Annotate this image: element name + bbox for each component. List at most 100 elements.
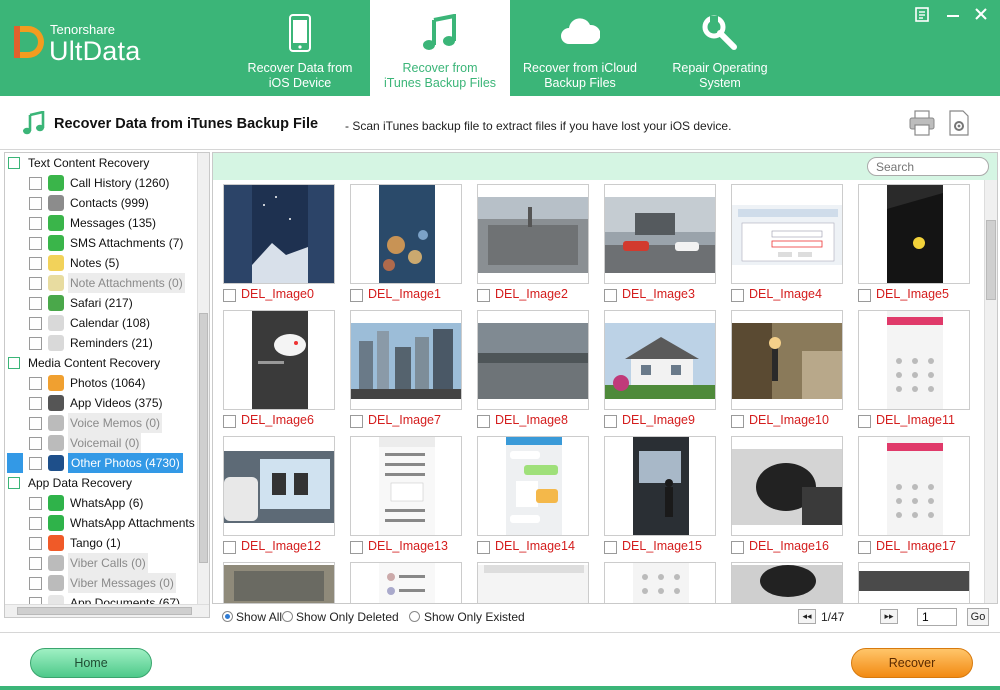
image-checkbox[interactable]	[350, 415, 363, 428]
image-checkbox[interactable]	[858, 541, 871, 554]
image-cell[interactable]: DEL_Image13	[350, 436, 462, 562]
image-cell[interactable]: DEL_Image7	[350, 310, 462, 436]
tree-category-text[interactable]: Text Content Recovery	[5, 153, 201, 173]
image-checkbox[interactable]	[604, 415, 617, 428]
image-checkbox[interactable]	[223, 289, 236, 302]
tree-item-messages[interactable]: Messages (135)	[5, 213, 201, 233]
tree-item-note-attachments[interactable]: Note Attachments (0)	[5, 273, 201, 293]
tree-category-app-data[interactable]: App Data Recovery	[5, 473, 201, 493]
grid-vertical-scrollbar[interactable]	[984, 180, 997, 603]
tree-item-sms-attachments[interactable]: SMS Attachments (7)	[5, 233, 201, 253]
image-cell[interactable]: DEL_Image4	[731, 184, 843, 310]
image-cell[interactable]: DEL_Image11	[858, 310, 970, 436]
image-cell[interactable]	[858, 562, 970, 603]
image-cell[interactable]	[604, 562, 716, 603]
image-thumbnail[interactable]	[604, 310, 716, 410]
image-thumbnail[interactable]	[858, 184, 970, 284]
tree-item-viber-messages[interactable]: Viber Messages (0)	[5, 573, 201, 593]
image-checkbox[interactable]	[477, 415, 490, 428]
tree-item-call-history[interactable]: Call History (1260)	[5, 173, 201, 193]
image-cell[interactable]: DEL_Image1	[350, 184, 462, 310]
image-checkbox[interactable]	[604, 289, 617, 302]
tree-vertical-scrollbar[interactable]	[197, 153, 209, 605]
tab-recover-ios-device[interactable]: Recover Data from iOS Device	[230, 0, 370, 96]
tree-item-viber-calls[interactable]: Viber Calls (0)	[5, 553, 201, 573]
tree-item-other-photos[interactable]: Other Photos (4730)	[5, 453, 201, 473]
image-cell[interactable]	[350, 562, 462, 603]
image-cell[interactable]: DEL_Image15	[604, 436, 716, 562]
image-cell[interactable]: DEL_Image3	[604, 184, 716, 310]
image-thumbnail[interactable]	[477, 310, 589, 410]
tree-item-calendar[interactable]: Calendar (108)	[5, 313, 201, 333]
image-checkbox[interactable]	[350, 541, 363, 554]
tree-item-whatsapp-attachments[interactable]: WhatsApp Attachments (	[5, 513, 202, 533]
tab-recover-icloud[interactable]: Recover from iCloud Backup Files	[510, 0, 650, 96]
tree-item-contacts[interactable]: Contacts (999)	[5, 193, 201, 213]
image-thumbnail[interactable]	[604, 436, 716, 536]
image-thumbnail[interactable]	[350, 436, 462, 536]
image-thumbnail[interactable]	[858, 310, 970, 410]
tree-item-tango[interactable]: Tango (1)	[5, 533, 201, 553]
tree-item-voice-memos[interactable]: Voice Memos (0)	[5, 413, 201, 433]
category-toggle-icon[interactable]	[8, 157, 20, 169]
show-all-label[interactable]: Show All	[236, 610, 282, 624]
settings-document-icon[interactable]	[948, 110, 970, 136]
tree-item-whatsapp[interactable]: WhatsApp (6)	[5, 493, 201, 513]
image-cell[interactable]: DEL_Image8	[477, 310, 589, 436]
prev-page-button[interactable]: ◂◂	[798, 609, 816, 624]
tree-item-app-videos[interactable]: App Videos (375)	[5, 393, 201, 413]
tree-category-media[interactable]: Media Content Recovery	[5, 353, 201, 373]
minimize-icon[interactable]	[942, 6, 964, 24]
image-checkbox[interactable]	[223, 415, 236, 428]
image-thumbnail[interactable]	[223, 562, 335, 603]
show-existed-radio[interactable]	[409, 611, 420, 622]
close-icon[interactable]	[970, 6, 992, 24]
go-button[interactable]: Go	[967, 608, 989, 626]
tab-repair-system[interactable]: Repair Operating System	[650, 0, 790, 96]
image-cell[interactable]: DEL_Image2	[477, 184, 589, 310]
image-checkbox[interactable]	[477, 289, 490, 302]
next-page-button[interactable]: ▸▸	[880, 609, 898, 624]
image-thumbnail[interactable]	[223, 184, 335, 284]
category-toggle-icon[interactable]	[8, 357, 20, 369]
image-checkbox[interactable]	[858, 415, 871, 428]
image-cell[interactable]: DEL_Image6	[223, 310, 335, 436]
image-cell[interactable]: DEL_Image10	[731, 310, 843, 436]
image-thumbnail[interactable]	[477, 184, 589, 284]
image-cell[interactable]: DEL_Image9	[604, 310, 716, 436]
image-thumbnail[interactable]	[350, 310, 462, 410]
image-checkbox[interactable]	[350, 289, 363, 302]
image-thumbnail[interactable]	[731, 436, 843, 536]
tree-item-safari[interactable]: Safari (217)	[5, 293, 201, 313]
image-cell[interactable]: DEL_Image14	[477, 436, 589, 562]
image-thumbnail[interactable]	[350, 562, 462, 603]
show-all-radio[interactable]	[222, 611, 233, 622]
image-cell[interactable]	[223, 562, 335, 603]
image-thumbnail[interactable]	[858, 436, 970, 536]
show-existed-label[interactable]: Show Only Existed	[424, 610, 525, 624]
image-thumbnail[interactable]	[223, 310, 335, 410]
image-thumbnail[interactable]	[223, 436, 335, 536]
image-cell[interactable]: DEL_Image12	[223, 436, 335, 562]
image-cell[interactable]: DEL_Image5	[858, 184, 970, 310]
recover-button[interactable]: Recover	[851, 648, 973, 678]
image-thumbnail[interactable]	[731, 310, 843, 410]
image-cell[interactable]	[731, 562, 843, 603]
image-cell[interactable]: DEL_Image16	[731, 436, 843, 562]
image-thumbnail[interactable]	[858, 562, 970, 603]
image-thumbnail[interactable]	[477, 562, 589, 603]
tree-item-notes[interactable]: Notes (5)	[5, 253, 201, 273]
image-checkbox[interactable]	[731, 289, 744, 302]
tree-item-reminders[interactable]: Reminders (21)	[5, 333, 201, 353]
image-checkbox[interactable]	[477, 541, 490, 554]
settings-window-icon[interactable]	[912, 6, 934, 24]
image-cell[interactable]: DEL_Image17	[858, 436, 970, 562]
printer-icon[interactable]	[908, 110, 936, 136]
image-checkbox[interactable]	[223, 541, 236, 554]
tree-horizontal-scrollbar[interactable]	[5, 604, 209, 617]
image-thumbnail[interactable]	[604, 184, 716, 284]
tree-item-photos[interactable]: Photos (1064)	[5, 373, 201, 393]
image-thumbnail[interactable]	[477, 436, 589, 536]
image-checkbox[interactable]	[731, 415, 744, 428]
image-thumbnail[interactable]	[731, 184, 843, 284]
